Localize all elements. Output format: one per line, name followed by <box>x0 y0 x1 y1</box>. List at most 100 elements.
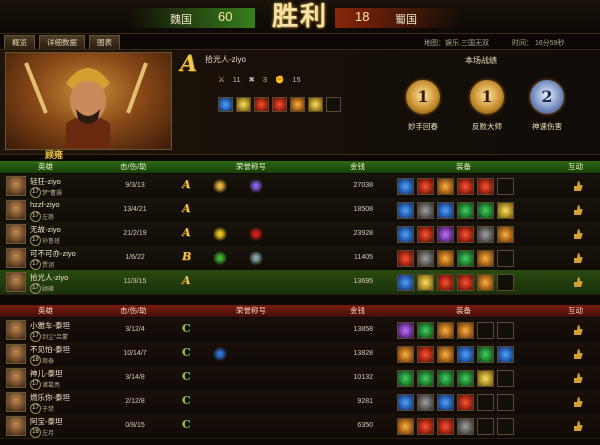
hero-avatar[interactable] <box>6 416 26 436</box>
item-slot[interactable] <box>397 322 414 339</box>
item-slot[interactable] <box>477 250 494 267</box>
like-icon[interactable] <box>573 252 583 264</box>
item-slot[interactable] <box>397 274 414 291</box>
like-icon[interactable] <box>573 372 583 384</box>
item-slot[interactable] <box>457 370 474 387</box>
item-slot[interactable] <box>477 226 494 243</box>
item-slot[interactable] <box>437 394 454 411</box>
item-slot[interactable] <box>457 322 474 339</box>
honor-icon[interactable] <box>213 227 227 241</box>
item-slot-empty[interactable] <box>497 418 514 435</box>
item-slot[interactable] <box>417 346 434 363</box>
item-slot[interactable] <box>437 322 454 339</box>
item-slot[interactable] <box>218 97 233 112</box>
item-slot[interactable] <box>397 370 414 387</box>
item-slot[interactable] <box>417 226 434 243</box>
item-slot[interactable] <box>417 394 434 411</box>
player-name[interactable]: 轻狂-ziyo <box>30 176 61 187</box>
honor-icon[interactable] <box>249 227 263 241</box>
like-icon[interactable] <box>573 396 583 408</box>
item-slot[interactable] <box>397 418 414 435</box>
item-slot[interactable] <box>397 394 414 411</box>
like-icon[interactable] <box>573 204 583 216</box>
item-slot[interactable] <box>457 346 474 363</box>
item-slot[interactable] <box>397 178 414 195</box>
item-slot[interactable] <box>497 346 514 363</box>
item-slot-empty[interactable] <box>497 394 514 411</box>
player-name[interactable]: 神儿-泰坦 <box>30 368 63 379</box>
item-slot[interactable] <box>417 370 434 387</box>
item-slot[interactable] <box>437 274 454 291</box>
item-slot[interactable] <box>417 274 434 291</box>
player-name[interactable]: 不见怕-泰坦 <box>30 344 70 355</box>
hero-avatar[interactable] <box>6 272 26 292</box>
item-slot[interactable] <box>437 178 454 195</box>
item-slot[interactable] <box>437 346 454 363</box>
item-slot[interactable] <box>417 322 434 339</box>
hero-avatar[interactable] <box>6 200 26 220</box>
player-name[interactable]: 小雅车-泰坦 <box>30 320 70 331</box>
player-name[interactable]: 燃乐你-泰坦 <box>30 392 70 403</box>
item-slot[interactable] <box>397 226 414 243</box>
item-slot[interactable] <box>417 178 434 195</box>
item-slot-empty[interactable] <box>477 322 494 339</box>
item-slot[interactable] <box>437 202 454 219</box>
player-name[interactable]: hzzf-ziyo <box>30 200 60 209</box>
honor-icon[interactable] <box>213 179 227 193</box>
item-slot[interactable] <box>437 418 454 435</box>
like-icon[interactable] <box>573 228 583 240</box>
item-slot[interactable] <box>457 274 474 291</box>
item-slot[interactable] <box>457 250 474 267</box>
item-slot[interactable] <box>397 250 414 267</box>
item-slot[interactable] <box>437 250 454 267</box>
player-name[interactable]: 阿宝-泰坦 <box>30 416 63 427</box>
like-icon[interactable] <box>573 324 583 336</box>
item-slot[interactable] <box>477 346 494 363</box>
like-icon[interactable] <box>573 348 583 360</box>
tab-details[interactable]: 详细数据 <box>39 35 85 50</box>
item-slot[interactable] <box>272 97 287 112</box>
item-slot[interactable] <box>497 226 514 243</box>
hero-avatar[interactable] <box>6 368 26 388</box>
item-slot-empty[interactable] <box>497 250 514 267</box>
hero-avatar[interactable] <box>6 176 26 196</box>
item-slot[interactable] <box>417 202 434 219</box>
item-slot[interactable] <box>308 97 323 112</box>
item-slot[interactable] <box>437 226 454 243</box>
honor-icon[interactable] <box>213 347 227 361</box>
player-name[interactable]: 无故-ziyo <box>30 224 61 235</box>
item-slot-empty[interactable] <box>477 418 494 435</box>
tab-overview[interactable]: 概览 <box>4 35 35 50</box>
item-slot[interactable] <box>457 226 474 243</box>
player-name[interactable]: 可不可亦-ziyo <box>30 248 76 259</box>
item-slot-empty[interactable] <box>497 370 514 387</box>
item-slot[interactable] <box>457 178 474 195</box>
item-slot[interactable] <box>236 97 251 112</box>
item-slot[interactable] <box>457 202 474 219</box>
item-slot-empty[interactable] <box>497 322 514 339</box>
item-slot[interactable] <box>457 418 474 435</box>
item-slot[interactable] <box>397 202 414 219</box>
item-slot[interactable] <box>417 250 434 267</box>
like-icon[interactable] <box>573 276 583 288</box>
item-slot[interactable] <box>477 370 494 387</box>
hero-avatar[interactable] <box>6 248 26 268</box>
hero-avatar[interactable] <box>6 344 26 364</box>
item-slot-empty[interactable] <box>497 178 514 195</box>
item-slot-empty[interactable] <box>477 394 494 411</box>
player-name[interactable]: 拾光人-ziyo <box>30 272 68 283</box>
item-slot[interactable] <box>477 178 494 195</box>
item-slot[interactable] <box>457 394 474 411</box>
tab-charts[interactable]: 图表 <box>89 35 120 50</box>
item-slot-empty[interactable] <box>326 97 341 112</box>
item-slot[interactable] <box>417 418 434 435</box>
hero-avatar[interactable] <box>6 392 26 412</box>
hero-avatar[interactable] <box>6 320 26 340</box>
like-icon[interactable] <box>573 180 583 192</box>
item-slot[interactable] <box>477 274 494 291</box>
item-slot[interactable] <box>254 97 269 112</box>
honor-icon[interactable] <box>249 251 263 265</box>
like-icon[interactable] <box>573 420 583 432</box>
item-slot[interactable] <box>437 370 454 387</box>
item-slot[interactable] <box>477 202 494 219</box>
